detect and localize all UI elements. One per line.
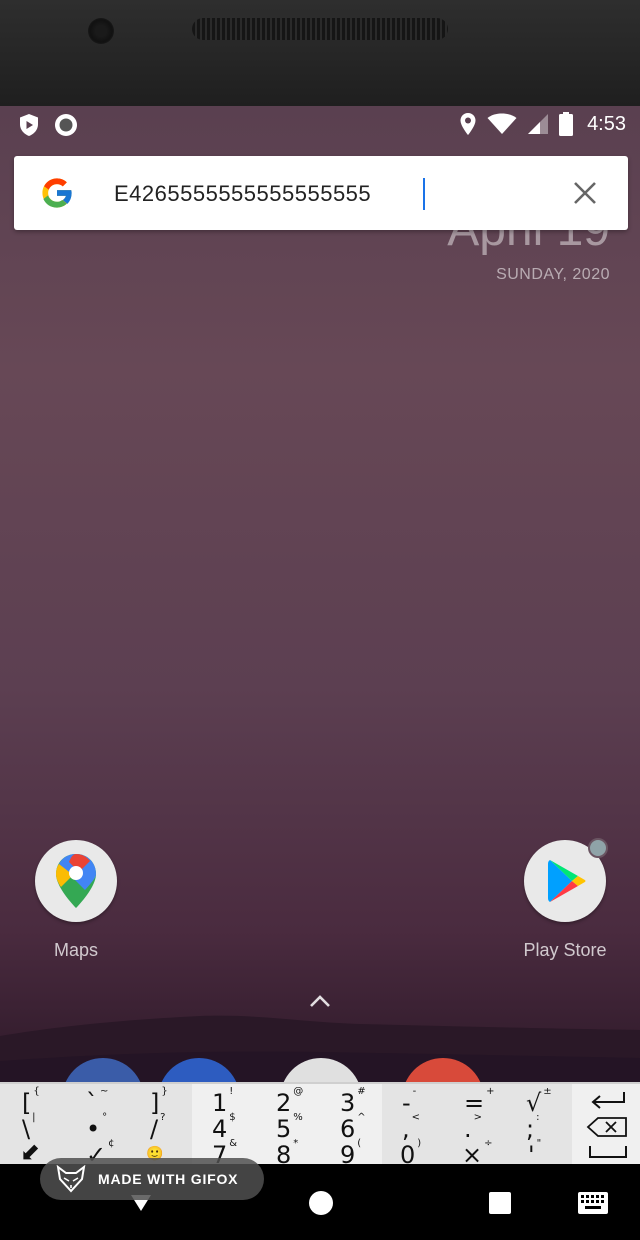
enter-icon[interactable] bbox=[588, 1090, 628, 1112]
day-year-text: SUNDAY, 2020 bbox=[496, 266, 610, 283]
home-button-icon[interactable] bbox=[309, 1191, 333, 1215]
key-arrow-icon[interactable]: ⬋ bbox=[20, 1140, 40, 1164]
wifi-icon bbox=[487, 113, 517, 134]
key-multiply[interactable]: × ÷ bbox=[462, 1138, 493, 1167]
key-sqrt[interactable]: √ ± bbox=[526, 1086, 552, 1115]
play-store-icon bbox=[524, 838, 608, 922]
key-2[interactable]: 2 @ bbox=[276, 1086, 303, 1115]
key-equals[interactable]: = + bbox=[464, 1086, 495, 1115]
app-maps[interactable]: Maps bbox=[21, 840, 131, 961]
key-semicolon[interactable]: ;: bbox=[526, 1112, 539, 1141]
close-icon[interactable] bbox=[572, 180, 598, 206]
watermark-text: MADE WITH GIFOX bbox=[98, 1171, 239, 1187]
text-caret bbox=[423, 178, 425, 210]
key-6[interactable]: 6 ^ bbox=[340, 1112, 366, 1141]
key-slash[interactable]: /? bbox=[150, 1112, 165, 1141]
keyboard-symbols-group: [{ ` ~ ]} \ | • ° /? ⬋ ✓ ¢ 🙂 bbox=[0, 1084, 192, 1167]
battery-icon bbox=[559, 112, 574, 136]
search-input[interactable] bbox=[114, 176, 554, 212]
app-label-play-store: Play Store bbox=[523, 940, 607, 960]
status-bar: 4:53 bbox=[0, 106, 640, 146]
key-backtick[interactable]: ` ~ bbox=[86, 1086, 108, 1115]
space-icon[interactable] bbox=[588, 1144, 628, 1160]
key-5[interactable]: 5% bbox=[276, 1112, 303, 1141]
keyboard-actions-group bbox=[572, 1084, 640, 1166]
keyboard-switch-icon[interactable] bbox=[578, 1192, 608, 1214]
google-search-bar[interactable] bbox=[14, 156, 628, 230]
key-9[interactable]: 9( bbox=[340, 1138, 361, 1167]
recents-button-icon[interactable] bbox=[489, 1192, 511, 1214]
backspace-icon[interactable] bbox=[586, 1116, 628, 1138]
record-icon bbox=[55, 114, 77, 136]
keyboard-numbers-group: 1! 2 @ 3 # 4 $ 5% 6 ^ 7 & 8 * 9( bbox=[192, 1084, 382, 1167]
key-bracket-left[interactable]: [{ bbox=[22, 1086, 40, 1115]
app-label-maps: Maps bbox=[53, 940, 98, 960]
key-minus[interactable]: -- bbox=[402, 1086, 416, 1115]
status-clock: 4:53 bbox=[587, 112, 626, 135]
home-screen: 4:53 April 19 SUNDAY, 2020 bbox=[0, 106, 640, 1164]
key-3[interactable]: 3 # bbox=[340, 1086, 366, 1115]
gifox-watermark: MADE WITH GIFOX bbox=[40, 1158, 264, 1200]
key-backslash[interactable]: \ | bbox=[22, 1112, 35, 1141]
notification-dot bbox=[588, 838, 608, 858]
location-icon bbox=[460, 113, 476, 135]
key-bullet[interactable]: • ° bbox=[86, 1112, 107, 1141]
key-apostrophe[interactable]: ' " bbox=[528, 1138, 541, 1167]
key-bracket-right[interactable]: ]} bbox=[150, 1086, 168, 1115]
key-0[interactable]: 0) bbox=[400, 1138, 421, 1167]
front-camera bbox=[88, 18, 114, 44]
play-protect-icon bbox=[20, 114, 38, 136]
key-8[interactable]: 8 * bbox=[276, 1138, 298, 1167]
phone-bezel bbox=[0, 0, 640, 106]
fox-logo-icon bbox=[56, 1165, 86, 1193]
earpiece-speaker bbox=[192, 18, 448, 40]
google-logo-icon bbox=[42, 178, 73, 208]
key-comma[interactable]: , < bbox=[402, 1112, 420, 1141]
key-period[interactable]: . > bbox=[464, 1112, 482, 1141]
onscreen-keyboard: [{ ` ~ ]} \ | • ° /? ⬋ ✓ ¢ 🙂 1! 2 @ 3 # 4 $ 5% … bbox=[0, 1082, 640, 1167]
signal-icon bbox=[528, 114, 549, 134]
app-play-store[interactable]: Play Store bbox=[510, 838, 620, 961]
maps-icon bbox=[35, 840, 117, 922]
key-1[interactable]: 1! bbox=[212, 1086, 233, 1115]
keyboard-operators-group: -- = + √ ± , < . > ;: 0) × ÷ ' " bbox=[382, 1084, 572, 1167]
key-4[interactable]: 4 $ bbox=[212, 1112, 236, 1141]
